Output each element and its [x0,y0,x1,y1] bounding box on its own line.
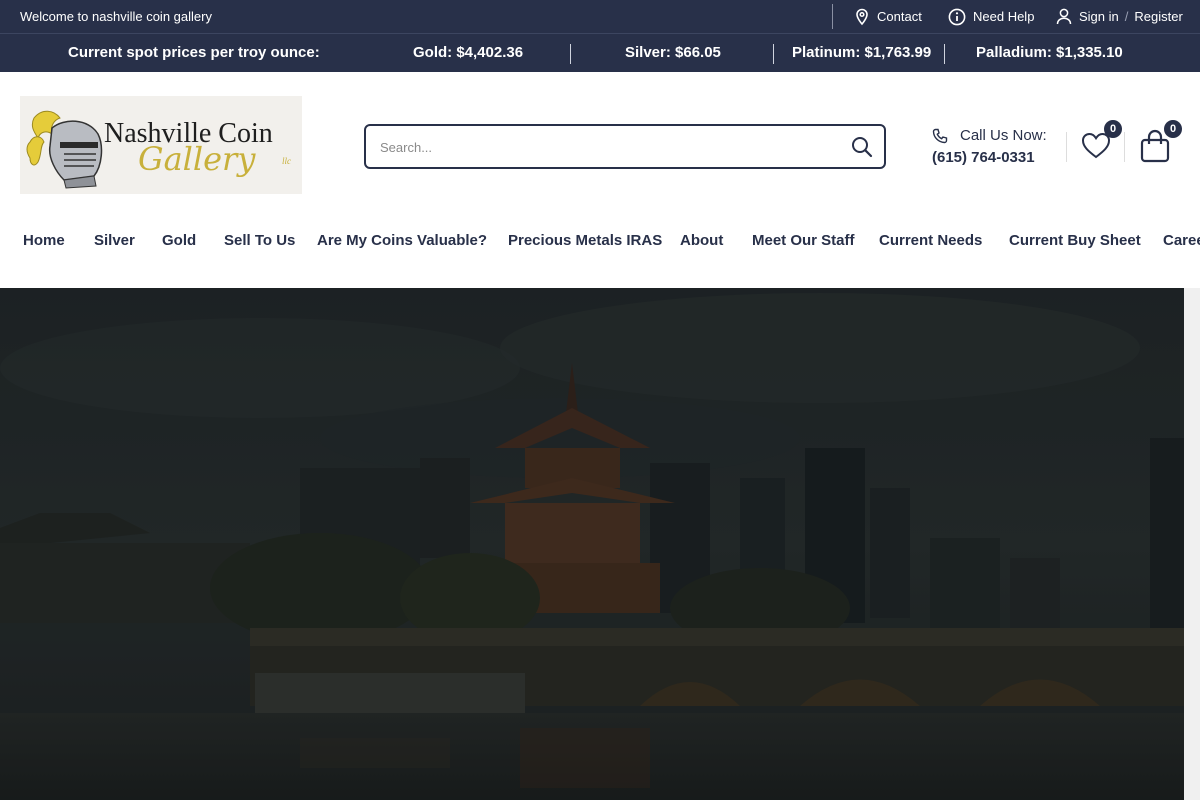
logo-suffix: llc [282,156,291,166]
search-box [364,124,886,169]
account-links: Sign in / Register [1056,0,1183,33]
nav-item-careers[interactable]: Careers [1163,232,1200,249]
header-divider [1124,132,1125,162]
wishlist-button[interactable]: 0 [1078,120,1122,164]
site-logo[interactable]: Nashville Coin Gallery llc [20,96,302,194]
nav-item-precious-metals-iras[interactable]: Precious Metals IRAS [508,232,662,249]
spot-prices-bar: Current spot prices per troy ounce: Gold… [0,33,1200,72]
nav-item-about[interactable]: About [680,232,723,249]
main-navigation: Home Silver Gold Sell To Us Are My Coins… [0,232,1200,252]
cart-button[interactable]: 0 [1138,120,1182,164]
spot-divider [944,44,945,64]
phone-icon [932,128,948,144]
search-button[interactable] [850,135,874,159]
contact-link[interactable]: Contact [854,0,922,33]
nav-item-are-my-coins-valuable[interactable]: Are My Coins Valuable? [317,232,487,249]
nav-item-current-buy-sheet[interactable]: Current Buy Sheet [1009,232,1141,249]
spot-divider [570,44,571,64]
spot-divider [773,44,774,64]
hero-cityscape-image [0,288,1184,800]
info-icon [948,8,966,25]
wishlist-count-badge: 0 [1104,120,1122,138]
nav-item-home[interactable]: Home [23,232,65,249]
search-input[interactable] [380,136,820,158]
silver-spot-price: Silver: $66.05 [625,44,721,61]
need-help-label: Need Help [973,9,1035,24]
map-pin-icon [856,8,868,25]
nav-item-meet-our-staff[interactable]: Meet Our Staff [752,232,855,249]
nav-item-current-needs[interactable]: Current Needs [879,232,982,249]
page-scrollbar[interactable] [1184,288,1200,800]
knight-helmet-icon [26,110,103,189]
gold-spot-price: Gold: $4,402.36 [413,44,524,61]
logo-script: Gallery [138,140,256,178]
cart-count-badge: 0 [1164,120,1182,138]
call-us-label: Call Us Now: [960,127,1047,144]
palladium-spot-price: Palladium: $1,335.10 [976,44,1123,61]
account-separator: / [1124,9,1129,24]
nav-item-sell-to-us[interactable]: Sell To Us [224,232,295,249]
top-utility-bar: Welcome to nashville coin gallery Contac… [0,0,1200,33]
platinum-spot-price: Platinum: $1,763.99 [792,44,932,61]
nav-item-silver[interactable]: Silver [94,232,135,249]
header-divider [1066,132,1067,162]
site-header: Nashville Coin Gallery llc Call Us Now: … [0,72,1200,288]
spot-prices-heading: Current spot prices per troy ounce: [68,44,320,61]
search-icon [852,137,873,158]
sign-in-link[interactable]: Sign in [1079,9,1119,24]
phone-number-link[interactable]: (615) 764-0331 [932,149,1035,166]
user-icon [1056,8,1072,25]
topbar-divider [832,4,833,29]
nav-item-gold[interactable]: Gold [162,232,196,249]
contact-label: Contact [877,9,922,24]
welcome-message: Welcome to nashville coin gallery [20,9,212,24]
register-link[interactable]: Register [1134,9,1182,24]
need-help-link[interactable]: Need Help [948,0,1034,33]
hero-banner [0,288,1184,800]
